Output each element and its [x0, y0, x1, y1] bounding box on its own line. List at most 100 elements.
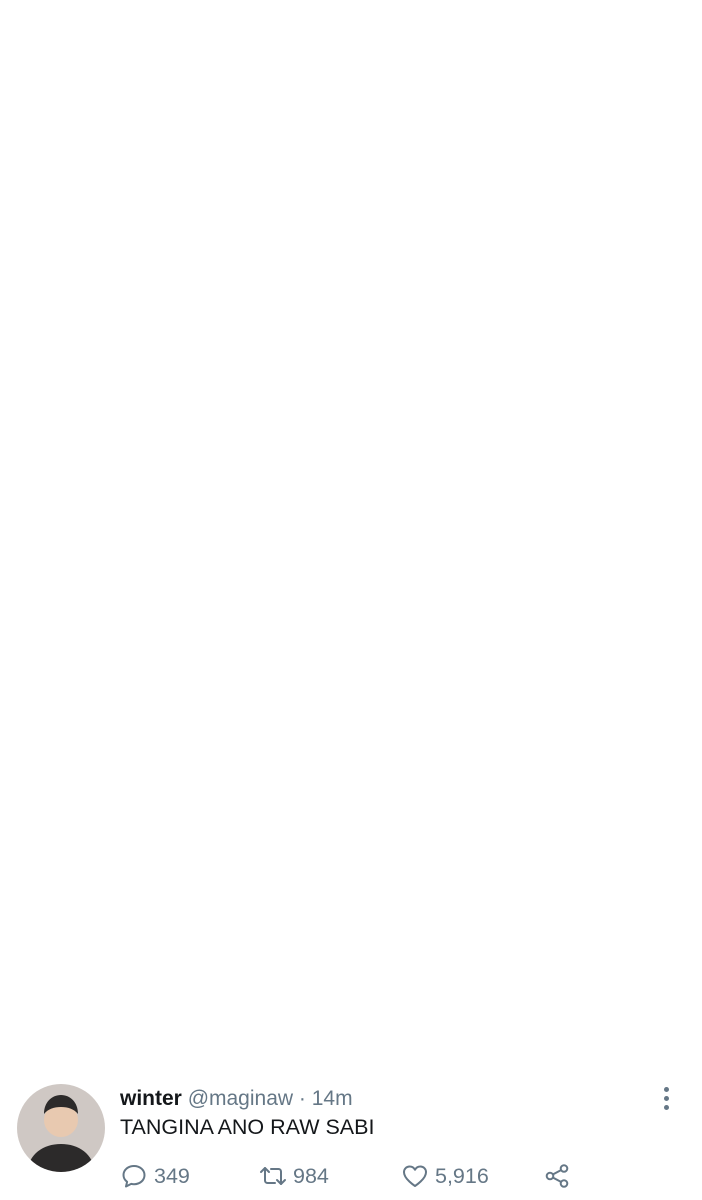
retweet-icon — [259, 758, 293, 786]
user-handle[interactable]: @mrkleeoh — [156, 337, 264, 360]
reply-button[interactable]: 286 — [120, 571, 190, 601]
avatar[interactable] — [17, 628, 105, 716]
timestamp[interactable]: 4m — [314, 471, 343, 494]
share-button[interactable] — [543, 276, 577, 306]
reply-button[interactable]: 341 — [120, 1027, 190, 1057]
retweet-button[interactable]: 152 — [259, 98, 329, 128]
share-button[interactable] — [543, 571, 577, 601]
share-icon — [543, 277, 577, 305]
like-button[interactable]: 5,916 — [401, 1161, 489, 1191]
avatar[interactable] — [17, 815, 105, 903]
timestamp[interactable]: 2m — [287, 177, 316, 200]
retweet-count: 981 — [293, 759, 329, 784]
share-button[interactable] — [543, 757, 577, 787]
more-vertical-icon[interactable] — [658, 818, 674, 842]
like-button[interactable]: 1,800 — [401, 1027, 489, 1057]
more-vertical-icon[interactable] — [658, 337, 674, 361]
like-button[interactable]: 3,561 — [401, 411, 489, 441]
share-icon — [543, 1162, 577, 1190]
separator-dot: · — [269, 337, 277, 360]
display-name[interactable]: ari — [120, 471, 146, 494]
user-handle[interactable]: @maginaw — [188, 1087, 293, 1110]
timestamp[interactable]: 5m — [255, 632, 284, 655]
avatar[interactable] — [17, 468, 105, 556]
tweet-body-text: tangina hindi ko kinakaya si sean — [120, 54, 436, 78]
reply-button[interactable]: 654 — [120, 757, 190, 787]
more-vertical-icon[interactable] — [658, 1087, 674, 1111]
display-name[interactable]: sean — [120, 177, 168, 200]
display-name[interactable]: oli — [120, 818, 145, 841]
retweet-button[interactable]: 5,996 — [259, 276, 347, 306]
more-vertical-icon[interactable] — [658, 471, 674, 495]
retweet-count: 110 — [293, 573, 328, 598]
avatar[interactable] — [17, 949, 105, 1037]
more-vertical-icon[interactable] — [658, 26, 674, 50]
user-handle[interactable]: @luningning — [162, 953, 279, 976]
user-handle[interactable]: @seanlee — [174, 177, 269, 200]
tweet-feed: jav @najaevis · 18s tangina hindi ko kina… — [0, 0, 702, 1200]
tweet-actions: 286 110 1,123 — [120, 571, 580, 601]
tweet-divider — [0, 799, 702, 800]
reply-button[interactable]: 349 — [120, 1161, 190, 1191]
tweet-header: gigi @aeriel · 5m — [120, 631, 642, 657]
share-icon — [543, 99, 577, 127]
like-button[interactable]: 4,896 — [401, 276, 489, 306]
user-handle[interactable]: @najaevis — [155, 26, 253, 49]
share-button[interactable] — [543, 98, 577, 128]
separator-dot: · — [274, 177, 282, 200]
like-button[interactable]: 3,516 — [401, 757, 489, 787]
more-vertical-icon[interactable] — [658, 632, 674, 656]
reply-button[interactable]: 413 — [120, 411, 190, 441]
like-button[interactable]: 991 — [401, 98, 471, 128]
share-button[interactable] — [543, 1027, 577, 1057]
retweet-button[interactable]: 142 — [259, 892, 329, 922]
user-handle[interactable]: @karinagrande — [152, 471, 296, 494]
user-handle[interactable]: @_huangli — [150, 818, 251, 841]
mention-link[interactable]: @seanlee — [120, 660, 217, 684]
like-button[interactable]: 1,123 — [401, 571, 489, 601]
avatar[interactable] — [17, 334, 105, 422]
reply-button[interactable]: 4,586 — [120, 276, 208, 306]
like-button[interactable]: 1,041 — [401, 892, 489, 922]
display-name[interactable]: niyi — [120, 953, 156, 976]
retweet-button[interactable]: 659 — [259, 411, 329, 441]
tweet-header: leo @mrkleeoh · 2m — [120, 336, 642, 362]
reply-icon — [120, 1162, 154, 1190]
retweet-button[interactable]: 984 — [259, 1161, 329, 1191]
share-button[interactable] — [543, 1161, 577, 1191]
heart-icon — [401, 572, 435, 600]
avatar[interactable] — [17, 174, 105, 262]
more-vertical-icon[interactable] — [658, 953, 674, 977]
avatar[interactable] — [17, 1084, 105, 1172]
reply-button[interactable]: 214 — [120, 892, 190, 922]
retweet-button[interactable]: 251 — [259, 1027, 329, 1057]
timestamp[interactable]: 8m — [298, 953, 327, 976]
timestamp[interactable]: 7m — [270, 818, 299, 841]
display-name[interactable]: winter — [120, 1087, 182, 1110]
display-name[interactable]: jav — [120, 26, 149, 49]
retweet-icon — [259, 99, 293, 127]
heart-icon — [401, 1162, 435, 1190]
heart-icon — [401, 893, 435, 921]
retweet-button[interactable]: 981 — [259, 757, 329, 787]
display-name[interactable]: gigi — [120, 632, 157, 655]
reply-icon — [120, 758, 154, 786]
display-name[interactable]: leo — [120, 337, 150, 360]
share-icon — [543, 412, 577, 440]
timestamp[interactable]: 18s — [272, 26, 306, 49]
more-vertical-icon[interactable] — [658, 177, 674, 201]
timestamp[interactable]: 2m — [283, 337, 312, 360]
avatar[interactable] — [17, 21, 105, 109]
separator-dot: · — [259, 26, 267, 49]
retweet-icon — [259, 1162, 293, 1190]
reply-icon — [120, 1028, 154, 1056]
retweet-button[interactable]: 110 — [259, 571, 327, 601]
timestamp[interactable]: 14m — [312, 1087, 353, 1110]
reply-icon — [120, 893, 154, 921]
tweet-body-text: TANGINA ANO RAW SABI — [120, 1115, 375, 1139]
share-button[interactable] — [543, 892, 577, 922]
reply-button[interactable]: 215 — [120, 98, 190, 128]
separator-dot: · — [241, 632, 249, 655]
user-handle[interactable]: @aeriel — [163, 632, 236, 655]
share-button[interactable] — [543, 411, 577, 441]
